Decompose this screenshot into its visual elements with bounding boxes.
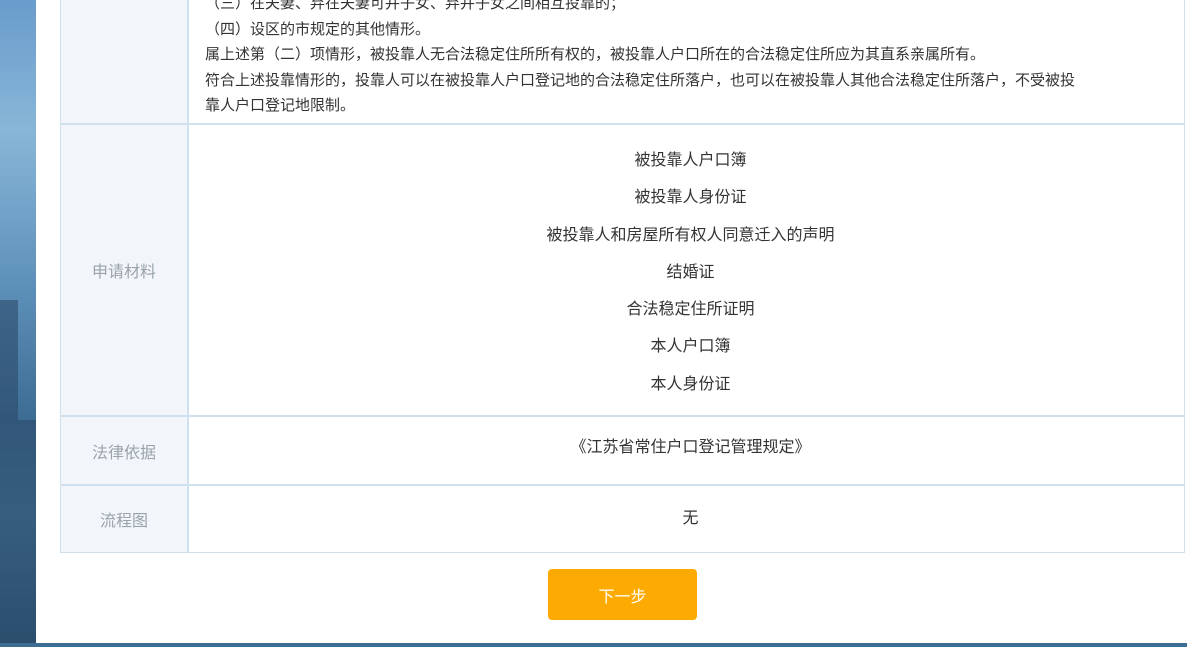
service-info-table: （三）在夫妻、弃在夫妻可并子女、弃并子女之间相互投靠的； （四）设区的市规定的其… [60, 0, 1185, 553]
table-row-legal-basis: 法律依据 《江苏省常住户口登记管理规定》 [61, 417, 1184, 486]
conditions-line: （四）设区的市规定的其他情形。 [205, 19, 431, 38]
conditions-line: 属上述第（二）项情形，被投靠人无合法稳定住所所有权的，被投靠人户口所在的合法稳定… [205, 45, 986, 63]
material-item: 本人身份证 [650, 373, 731, 393]
table-row-flowchart: 流程图 无 [61, 486, 1184, 552]
materials-label: 申请材料 [61, 125, 189, 415]
conditions-line: 靠人户口登记地限制。 [205, 96, 356, 114]
material-item: 合法稳定住所证明 [626, 299, 755, 319]
materials-list: 被投靠人户口簿 被投靠人身份证 被投靠人和房屋所有权人同意迁入的声明 结婚证 合… [189, 125, 1184, 415]
conditions-label-cell [61, 0, 189, 123]
material-item: 被投靠人身份证 [634, 187, 747, 207]
conditions-line: 符合上述投靠情形的，投靠人可以在被投靠人户口登记地的合法稳定住所落户，也可以在被… [205, 70, 1076, 89]
legal-basis-label: 法律依据 [61, 417, 189, 484]
material-item: 结婚证 [666, 261, 715, 281]
material-item: 被投靠人和房屋所有权人同意迁入的声明 [546, 224, 835, 244]
table-row-materials: 申请材料 被投靠人户口簿 被投靠人身份证 被投靠人和房屋所有权人同意迁入的声明 … [61, 125, 1184, 417]
flowchart-label: 流程图 [61, 486, 189, 552]
conditions-text: （三）在夫妻、弃在夫妻可并子女、弃并子女之间相互投靠的； （四）设区的市规定的其… [189, 0, 1184, 123]
content-panel: （三）在夫妻、弃在夫妻可并子女、弃并子女之间相互投靠的； （四）设区的市规定的其… [36, 0, 1187, 643]
next-step-button[interactable]: 下一步 [548, 569, 697, 620]
table-row-conditions: （三）在夫妻、弃在夫妻可并子女、弃并子女之间相互投靠的； （四）设区的市规定的其… [61, 0, 1184, 125]
conditions-line: （三）在夫妻、弃在夫妻可并子女、弃并子女之间相互投靠的； [205, 0, 626, 12]
bottom-bar [0, 643, 1187, 647]
material-item: 本人户口簿 [650, 336, 731, 356]
background-cityscape [0, 0, 36, 647]
flowchart-value: 无 [682, 508, 699, 527]
legal-basis-value: 《江苏省常住户口登记管理规定》 [570, 437, 811, 456]
material-item: 被投靠人户口簿 [634, 150, 747, 169]
